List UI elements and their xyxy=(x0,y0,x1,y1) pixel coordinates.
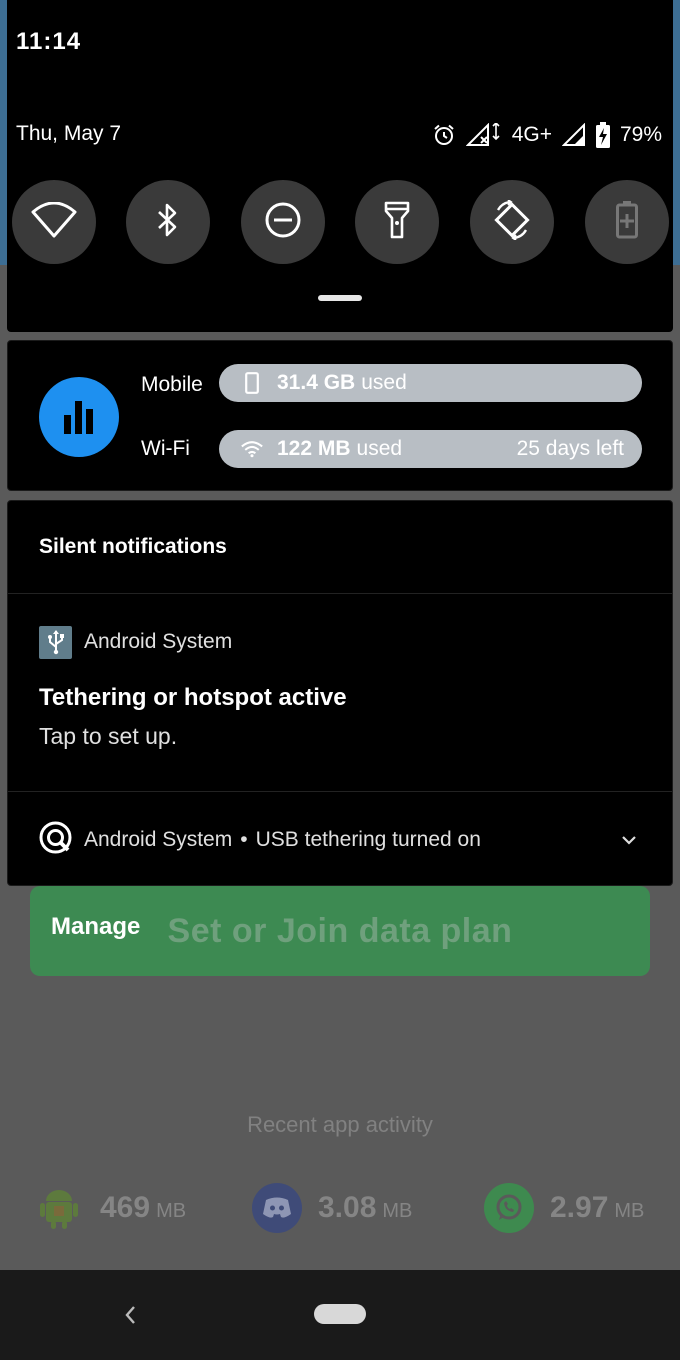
signal-no-sim-icon xyxy=(465,123,502,147)
android-icon xyxy=(34,1183,84,1233)
notification-usb-tethering[interactable]: Android System • USB tethering turned on xyxy=(39,821,481,859)
data-usage-widget[interactable]: Mobile 31.4 GB used Wi-Fi 122 MB used 25… xyxy=(7,340,673,491)
wifi-icon xyxy=(31,201,77,243)
back-icon[interactable] xyxy=(120,1302,140,1328)
notification-summary: USB tethering turned on xyxy=(255,828,481,851)
divider xyxy=(8,791,672,792)
battery-level: 79% xyxy=(619,123,662,146)
app-usage-value: 469 xyxy=(100,1191,151,1224)
recent-activity-title: Recent app activity xyxy=(247,1112,433,1137)
status-icons: 4G+ 79% xyxy=(432,120,662,150)
wifi-icon xyxy=(241,438,263,460)
recent-apps: 469 MB 3.08 MB 2.97 MB xyxy=(0,1178,680,1238)
whatsapp-icon xyxy=(484,1183,534,1233)
mobile-usage-pill: 31.4 GB used xyxy=(219,364,642,402)
data-usage-logo-icon xyxy=(39,377,119,457)
wifi-usage-pill: 122 MB used 25 days left xyxy=(219,430,642,468)
wifi-tile[interactable] xyxy=(12,180,96,264)
bluetooth-tile[interactable] xyxy=(126,180,210,264)
quick-settings-tiles xyxy=(12,180,672,264)
cell-signal-icon xyxy=(561,123,586,147)
status-time: 11:14 xyxy=(16,28,82,55)
recent-app-discord[interactable]: 3.08 MB xyxy=(252,1178,412,1238)
mobile-usage-suffix: used xyxy=(361,371,407,394)
do-not-disturb-tile[interactable] xyxy=(241,180,325,264)
days-left: 25 days left xyxy=(516,437,624,460)
android-system-icon xyxy=(39,821,72,859)
battery-saver-icon xyxy=(616,200,638,244)
notification-separator: • xyxy=(240,828,248,851)
wifi-usage-amount: 122 MB xyxy=(277,437,351,460)
auto-rotate-icon xyxy=(492,198,532,245)
app-usage-unit: MB xyxy=(382,1199,413,1222)
manage-button[interactable]: Manage xyxy=(51,913,140,941)
notification-app-name: Android System xyxy=(84,630,233,653)
notification-tethering-header[interactable]: Android System xyxy=(39,625,232,659)
network-type: 4G+ xyxy=(511,123,552,146)
discord-icon xyxy=(252,1183,302,1233)
divider xyxy=(8,593,672,594)
notification-text[interactable]: Tap to set up. xyxy=(39,723,177,750)
screen: Set or Join data plan Recent app activit… xyxy=(0,0,680,1360)
auto-rotate-tile[interactable] xyxy=(470,180,554,264)
app-usage-value: 2.97 xyxy=(550,1191,609,1224)
mobile-label: Mobile xyxy=(141,373,203,396)
silent-notifications-header: Silent notifications xyxy=(39,535,227,558)
wifi-usage-suffix: used xyxy=(356,437,403,460)
plan-button-label: Set or Join data plan xyxy=(167,911,513,950)
flashlight-tile[interactable] xyxy=(355,180,439,264)
battery-saver-tile[interactable] xyxy=(585,180,669,264)
notification-title[interactable]: Tethering or hotspot active xyxy=(39,684,347,712)
notification-app-name: Android System xyxy=(84,828,233,851)
home-button[interactable] xyxy=(314,1304,366,1324)
wifi-label: Wi-Fi xyxy=(141,437,190,460)
navigation-bar xyxy=(0,1270,680,1360)
app-usage-value: 3.08 xyxy=(318,1191,377,1224)
notification-group: Silent notifications Android System Teth… xyxy=(7,500,673,886)
quick-settings-panel xyxy=(7,0,673,332)
expand-handle[interactable] xyxy=(318,295,362,301)
do-not-disturb-icon xyxy=(264,201,302,244)
battery-charging-icon xyxy=(595,122,610,148)
flashlight-icon xyxy=(384,201,410,244)
date[interactable]: Thu, May 7 xyxy=(16,122,121,146)
alarm-icon xyxy=(432,123,456,147)
chevron-down-icon[interactable] xyxy=(620,831,638,849)
app-usage-unit: MB xyxy=(614,1199,645,1222)
mobile-usage-amount: 31.4 GB xyxy=(277,371,356,394)
recent-app-whatsapp[interactable]: 2.97 MB xyxy=(484,1178,644,1238)
app-usage-unit: MB xyxy=(156,1199,187,1222)
phone-icon xyxy=(241,372,263,394)
bluetooth-icon xyxy=(155,202,181,243)
usb-icon xyxy=(39,625,72,659)
recent-app-android[interactable]: 469 MB xyxy=(34,1178,186,1238)
